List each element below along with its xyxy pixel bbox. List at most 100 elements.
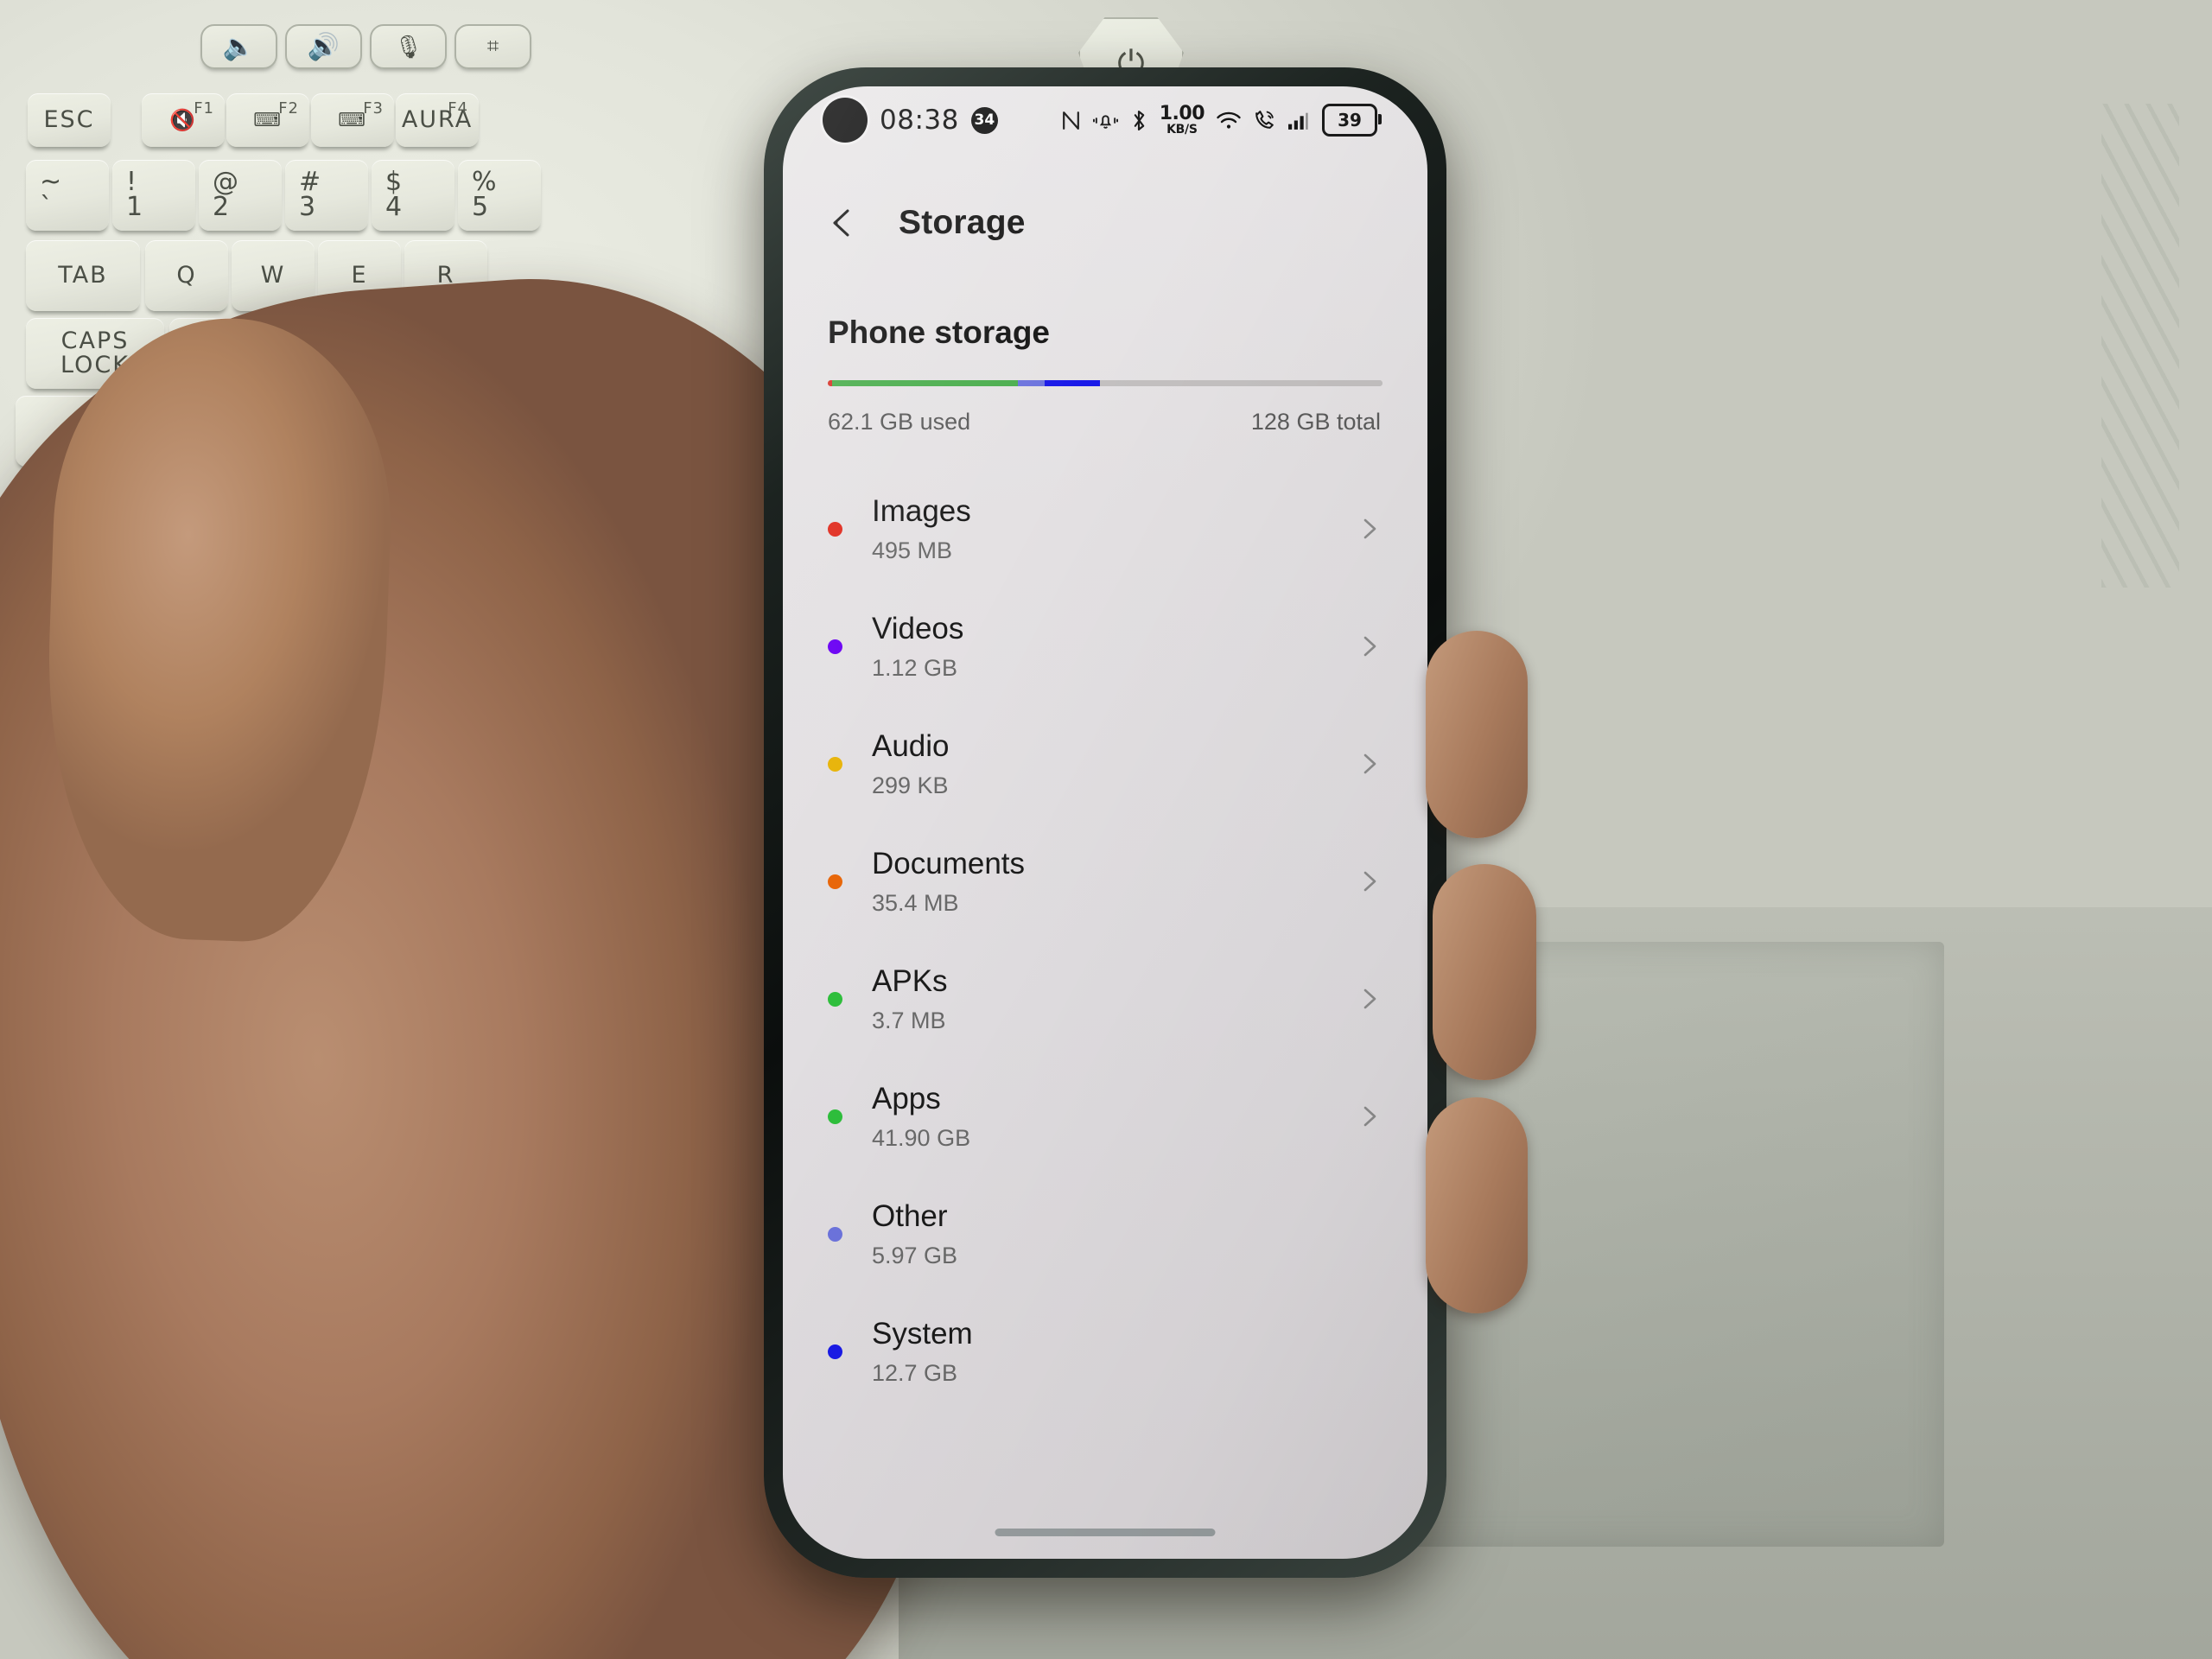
- storage-bar-segment-free: [1100, 380, 1382, 386]
- photo-scene: 🔈 🔊 🎙 ⌗ ⏻ ESC F1🔇 F2⌨ F3⌨ F4AURA F9🖵 F10…: [0, 0, 2212, 1659]
- storage-category-row[interactable]: APKs 3.7 MB: [823, 940, 1388, 1058]
- category-label: Videos: [872, 611, 964, 645]
- category-size: 3.7 MB: [872, 1007, 946, 1033]
- storage-usage-legend: 62.1 GB used 128 GB total: [828, 409, 1381, 435]
- key-1[interactable]: ! 1: [112, 160, 195, 231]
- storage-category-row[interactable]: Documents 35.4 MB: [823, 823, 1388, 940]
- category-size: 35.4 MB: [872, 889, 959, 916]
- network-speed-unit: KB/S: [1166, 123, 1198, 137]
- status-bar: 08:38 34 1.00 KB/S 39: [783, 86, 1427, 154]
- app-bar: Storage: [783, 183, 1427, 263]
- smartphone: 08:38 34 1.00 KB/S 39 Storage Phone stor…: [764, 67, 1446, 1578]
- wifi-icon: [1216, 109, 1242, 132]
- category-color-dot: [828, 639, 842, 654]
- category-label: Audio: [872, 728, 950, 763]
- camera-off-icon: ⌗: [486, 35, 499, 58]
- key-5[interactable]: % 5: [458, 160, 541, 231]
- esc-key-label: ESC: [43, 105, 95, 133]
- volume-high-icon: 🔊: [307, 32, 340, 61]
- key-q-label: Q: [176, 261, 197, 289]
- camera-key[interactable]: ⌗: [454, 24, 531, 69]
- network-speed-value: 1.00: [1159, 103, 1205, 124]
- key-2-sub: 2: [213, 192, 232, 222]
- thumb: [39, 312, 398, 946]
- storage-total-label: 128 GB total: [1250, 409, 1381, 435]
- storage-category-row[interactable]: Videos 1.12 GB: [823, 588, 1388, 705]
- volume-up-key[interactable]: 🔊: [285, 24, 362, 69]
- volume-low-icon: 🔈: [222, 32, 256, 61]
- key-3[interactable]: #3: [285, 160, 368, 231]
- phone-screen: 08:38 34 1.00 KB/S 39 Storage Phone stor…: [783, 86, 1427, 1559]
- key-w-label: W: [260, 261, 286, 289]
- category-size: 12.7 GB: [872, 1359, 958, 1386]
- mic-off-icon: 🎙: [393, 33, 423, 60]
- cellular-signal-icon: [1287, 109, 1311, 132]
- storage-usage-bar: [828, 380, 1382, 386]
- category-color-dot: [828, 991, 842, 1007]
- mic-mute-key[interactable]: 🎙: [370, 24, 447, 69]
- battery-indicator: 39: [1322, 104, 1382, 137]
- backtick-key[interactable]: ~ `: [26, 160, 109, 231]
- f4-aura-key[interactable]: F4 AURA: [396, 93, 479, 147]
- key-q[interactable]: Q: [145, 240, 228, 311]
- storage-category-row[interactable]: System 12.7 GB: [823, 1293, 1388, 1410]
- status-bar-right: 1.00 KB/S 39: [1060, 103, 1382, 137]
- esc-key[interactable]: ESC: [28, 93, 111, 147]
- category-size: 5.97 GB: [872, 1242, 958, 1268]
- category-color-dot: [828, 1226, 842, 1242]
- key-5-sub: 5: [472, 192, 491, 222]
- volume-down-key[interactable]: 🔈: [200, 24, 277, 69]
- storage-category-list: Images 495 MB Videos 1.12 GB Audio 299 KB Docu…: [823, 470, 1388, 1410]
- category-label: APKs: [872, 963, 948, 998]
- nfc-icon: [1060, 109, 1082, 132]
- notification-count-badge: 34: [970, 106, 998, 134]
- storage-category-row[interactable]: Other 5.97 GB: [823, 1175, 1388, 1293]
- f1-label: F1: [194, 99, 214, 118]
- key-e-label: E: [351, 261, 368, 289]
- key-3-sub: 3: [299, 192, 318, 222]
- chevron-right-icon: [1363, 871, 1376, 892]
- f1-key[interactable]: F1 🔇: [142, 93, 225, 147]
- home-indicator[interactable]: [995, 1529, 1216, 1536]
- category-label: Images: [872, 493, 971, 528]
- storage-category-row[interactable]: Apps 41.90 GB: [823, 1058, 1388, 1175]
- chevron-right-icon: [1363, 518, 1376, 539]
- storage-used-label: 62.1 GB used: [828, 409, 971, 435]
- category-size: 41.90 GB: [872, 1124, 971, 1151]
- page-title: Storage: [899, 204, 1026, 241]
- category-size: 1.12 GB: [872, 654, 958, 681]
- category-color-dot: [828, 874, 842, 889]
- front-camera-punchhole: [823, 98, 868, 143]
- f2-key[interactable]: F2 ⌨: [226, 93, 309, 147]
- tab-key[interactable]: TAB: [26, 240, 140, 311]
- key-1-sub: 1: [126, 192, 145, 222]
- category-size: 495 MB: [872, 537, 953, 563]
- chevron-right-icon: [1363, 753, 1376, 774]
- storage-content: Phone storage 62.1 GB used 128 GB total …: [783, 280, 1427, 1559]
- key-4-sub: 4: [385, 192, 404, 222]
- category-color-dot: [828, 1344, 842, 1359]
- storage-category-row[interactable]: Images 495 MB: [823, 470, 1388, 588]
- back-arrow-icon[interactable]: [823, 203, 862, 243]
- network-speed-indicator: 1.00 KB/S: [1159, 103, 1205, 137]
- vowifi-call-icon: [1253, 109, 1276, 132]
- f2-label: F2: [278, 99, 299, 118]
- category-size: 299 KB: [872, 772, 949, 798]
- section-title: Phone storage: [828, 315, 1050, 350]
- storage-bar-segment-other: [1018, 380, 1045, 386]
- key-2[interactable]: @2: [199, 160, 282, 231]
- f3-key[interactable]: F3 ⌨: [311, 93, 394, 147]
- finger-index: [1426, 631, 1528, 838]
- storage-bar-segment-videos-apks-apps: [832, 380, 1019, 386]
- tab-key-label: TAB: [58, 261, 108, 289]
- storage-category-row[interactable]: Audio 299 KB: [823, 705, 1388, 823]
- status-bar-left: 08:38 34: [823, 98, 998, 143]
- vibrate-icon: [1092, 109, 1118, 132]
- f4-label: F4: [448, 99, 468, 118]
- chevron-right-icon: [1363, 988, 1376, 1009]
- f3-label: F3: [363, 99, 384, 118]
- key-4[interactable]: $4: [372, 160, 454, 231]
- backtick-sub: `: [40, 192, 54, 222]
- category-label: Apps: [872, 1081, 941, 1116]
- chevron-right-icon: [1363, 636, 1376, 657]
